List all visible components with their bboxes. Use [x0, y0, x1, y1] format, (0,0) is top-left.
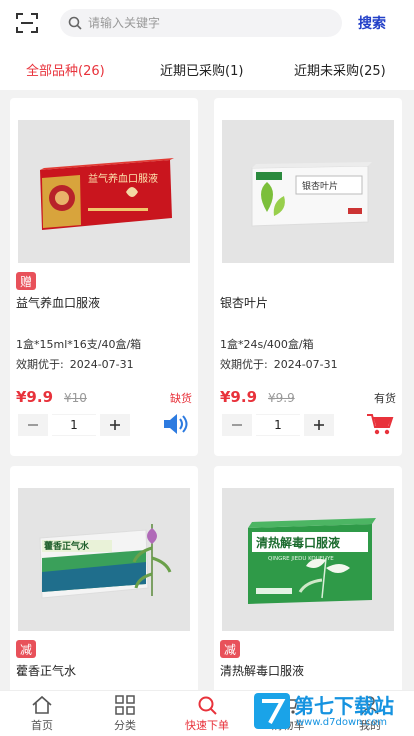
nav-category[interactable]: 分类 — [95, 695, 155, 733]
product-expiry: 效期优于: 2024-07-31 — [16, 356, 134, 372]
increment-button[interactable] — [304, 414, 334, 436]
expiry-date: 2024-07-31 — [69, 358, 134, 371]
product-spec: 1盒*15ml*16支/40盒/箱 — [16, 338, 142, 351]
nav-label: 首页 — [31, 719, 53, 732]
increment-button[interactable] — [100, 414, 130, 436]
product-name: 益气养血口服液 — [16, 296, 101, 310]
product-name: 银杏叶片 — [220, 296, 269, 310]
search-bar[interactable] — [60, 9, 342, 37]
product-image: 银杏叶片 — [222, 120, 394, 263]
quantity-input[interactable]: 1 — [256, 414, 300, 436]
watermark: 第七下载站 www.d7down.com — [254, 686, 414, 736]
product-name: 清热解毒口服液 — [220, 664, 305, 678]
quantity-stepper: 1 — [18, 414, 130, 436]
expiry-label: 效期优于: — [16, 358, 64, 371]
quantity-input[interactable]: 1 — [52, 414, 96, 436]
product-card[interactable]: 藿香正气水 减 藿香正气水 — [10, 466, 198, 690]
product-image: 益气养血口服液 — [18, 120, 190, 263]
product-price: ¥9.9 — [16, 388, 54, 406]
search-icon — [198, 696, 217, 715]
watermark-url: www.d7down.com — [296, 716, 388, 728]
product-card[interactable]: 清热解毒口服液 QINGRE JIEDU KOUFUYE 减 清热解毒口服液 — [214, 466, 402, 690]
stock-status: 有货 — [374, 392, 396, 405]
product-expiry: 效期优于: 2024-07-31 — [220, 356, 338, 372]
search-icon — [68, 16, 82, 30]
gift-badge: 赠 — [16, 272, 36, 290]
grid-icon — [115, 695, 135, 715]
price-row: ¥9.9 ¥10 缺货 — [16, 388, 192, 408]
product-card[interactable]: 益气养血口服液 赠 益气养血口服液 1盒*15ml*16支/40盒/箱 效期优于… — [10, 98, 198, 456]
minus-icon — [232, 424, 242, 426]
product-card[interactable]: 银杏叶片 银杏叶片 1盒*24s/400盒/箱 效期优于: 2024-07-31 … — [214, 98, 402, 456]
tab-recently-not-purchased[interactable]: 近期未采购(25) — [294, 60, 386, 79]
cart-icon — [367, 414, 394, 435]
discount-badge: 减 — [16, 640, 36, 658]
product-image: 清热解毒口服液 QINGRE JIEDU KOUFUYE — [222, 488, 394, 631]
scan-button[interactable] — [4, 0, 50, 46]
box-label: 清热解毒口服液 — [256, 535, 340, 550]
expiry-label: 效期优于: — [220, 358, 268, 371]
search-button[interactable]: 搜索 — [358, 13, 386, 33]
product-name: 藿香正气水 — [16, 664, 77, 678]
plus-icon — [314, 420, 324, 430]
decrement-button[interactable] — [18, 414, 48, 436]
minus-icon — [28, 424, 38, 426]
discount-badge: 减 — [220, 640, 240, 658]
nav-home[interactable]: 首页 — [12, 695, 72, 733]
watermark-text: 第七下载站 www.d7down.com — [290, 695, 394, 728]
original-price: ¥9.9 — [268, 391, 295, 405]
nav-label: 快速下单 — [185, 719, 229, 732]
watermark-title: 第七下载站 — [294, 693, 394, 718]
search-input[interactable] — [88, 16, 318, 30]
nav-quick-order[interactable]: 快速下单 — [177, 695, 237, 733]
decrement-button[interactable] — [222, 414, 252, 436]
add-to-cart-button[interactable] — [366, 412, 394, 436]
product-grid: 益气养血口服液 赠 益气养血口服液 1盒*15ml*16支/40盒/箱 效期优于… — [0, 90, 414, 690]
home-icon — [32, 695, 52, 714]
box-label: 银杏叶片 — [302, 180, 338, 192]
nav-label: 分类 — [114, 719, 136, 732]
original-price: ¥10 — [64, 391, 87, 405]
box-label: 藿香正气水 — [44, 540, 90, 552]
scan-icon — [16, 13, 38, 33]
stock-status: 缺货 — [170, 392, 192, 405]
header: 搜索 — [0, 0, 414, 46]
box-label: 益气养血口服液 — [88, 172, 158, 185]
expiry-date: 2024-07-31 — [273, 358, 338, 371]
notify-button[interactable] — [162, 412, 190, 436]
price-row: ¥9.9 ¥9.9 有货 — [220, 388, 396, 408]
product-image: 藿香正气水 — [18, 488, 190, 631]
filter-tabs: 全部品种(26) 近期已采购(1) 近期未采购(25) — [0, 46, 414, 90]
product-price: ¥9.9 — [220, 388, 258, 406]
plus-icon — [110, 420, 120, 430]
quantity-stepper: 1 — [222, 414, 334, 436]
speaker-icon — [164, 414, 188, 434]
watermark-logo — [254, 693, 290, 729]
tab-recently-purchased[interactable]: 近期已采购(1) — [160, 60, 243, 79]
tab-all-varieties[interactable]: 全部品种(26) — [26, 60, 105, 79]
product-spec: 1盒*24s/400盒/箱 — [220, 338, 314, 351]
